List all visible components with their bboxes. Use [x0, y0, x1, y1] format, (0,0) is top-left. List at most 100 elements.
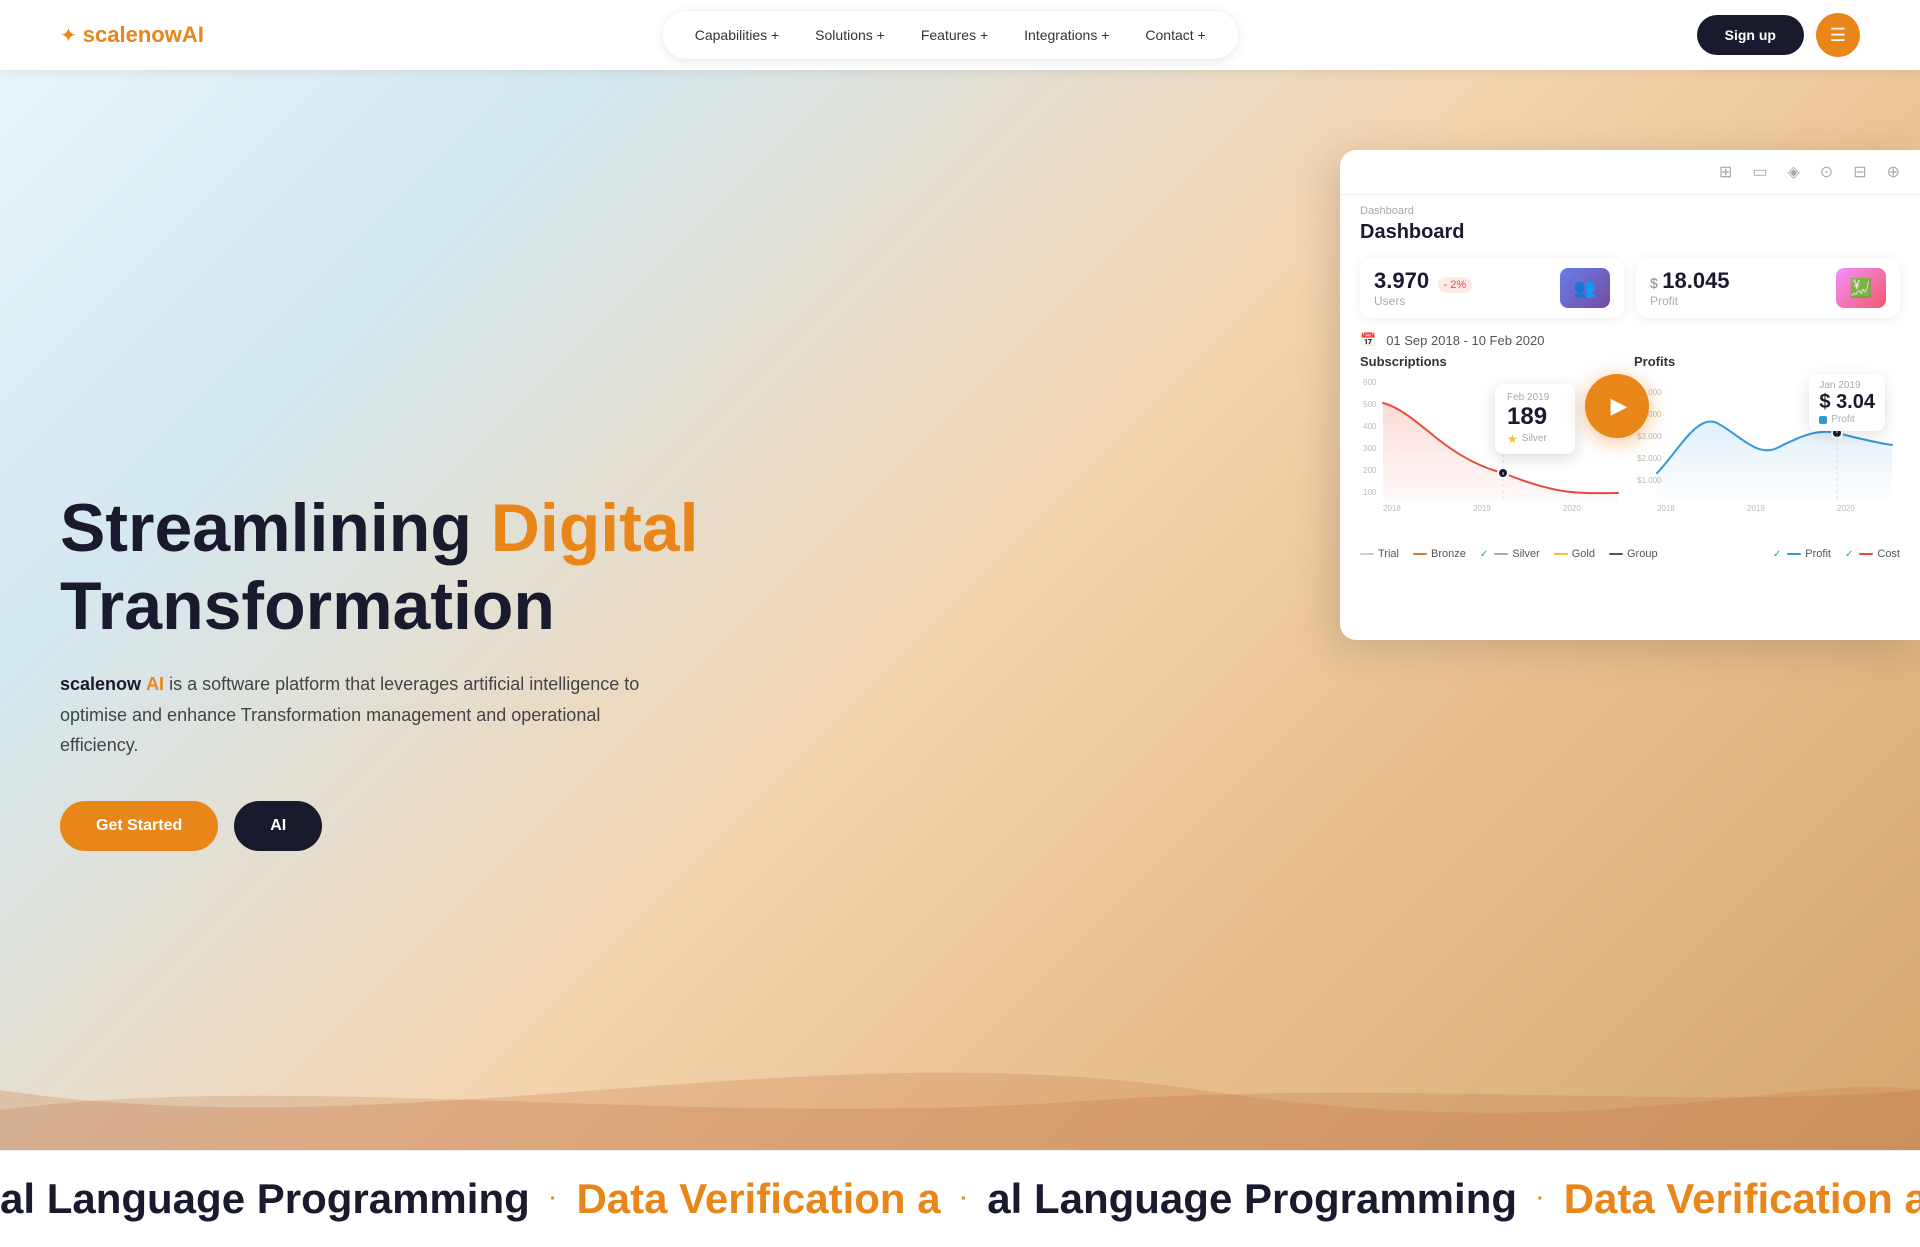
profit-tooltip-date: Jan 2019	[1819, 380, 1875, 391]
ticker-item-1: al Language Programming · Data Verificat…	[0, 1175, 1920, 1223]
nav-integrations[interactable]: Integrations +	[1008, 19, 1125, 51]
nav-solutions[interactable]: Solutions +	[799, 19, 901, 51]
logo-brand: scalenow	[83, 22, 182, 47]
hero-title-part1: Streamlining	[60, 490, 491, 566]
users-stat-info: 3.970 - 2% Users	[1374, 268, 1550, 308]
users-label: Users	[1374, 294, 1550, 308]
hero-description: scalenow AI is a software platform that …	[60, 669, 660, 761]
subscriptions-chart-panel: Subscriptions 600 500 400 300 200 100 20…	[1360, 354, 1626, 544]
get-started-button[interactable]: Get Started	[60, 801, 218, 851]
chart-icon[interactable]: ◈	[1787, 162, 1799, 182]
svg-text:2018: 2018	[1383, 504, 1401, 513]
svg-text:$3.000: $3.000	[1637, 432, 1662, 441]
cost-check-icon: ✓	[1845, 549, 1853, 560]
ticker-text-1: al Language Programming	[0, 1175, 530, 1223]
legend-bronze: Bronze	[1413, 548, 1466, 560]
table-icon[interactable]: ⊟	[1853, 162, 1866, 182]
subscriptions-legend: Trial Bronze ✓ Silver Gold Group	[1360, 548, 1658, 560]
legend-cost-label: Cost	[1877, 548, 1900, 560]
nav-actions: Sign up ☰	[1697, 13, 1860, 57]
hero-title: Streamlining Digital Transformation	[60, 489, 820, 645]
profit-illustration: 💹	[1836, 268, 1886, 308]
svg-text:200: 200	[1363, 466, 1377, 475]
hero-title-highlight: Digital	[491, 490, 699, 566]
legend-profit-label: Profit	[1805, 548, 1831, 560]
nav-features[interactable]: Features +	[905, 19, 1004, 51]
ticker-dot-3: ·	[1537, 1188, 1544, 1211]
profit-tooltip-label: Profit	[1831, 414, 1854, 425]
hero-content: Streamlining Digital Transformation scal…	[60, 449, 860, 851]
ticker-text-2: Data Verification a	[576, 1175, 940, 1223]
hero-section: Streamlining Digital Transformation scal…	[0, 70, 1920, 1150]
profits-chart-title: Profits	[1634, 354, 1900, 369]
profit-tooltip-amount: 3.04	[1836, 391, 1875, 413]
profit-stat-info: $ 18.045 Profit	[1650, 268, 1826, 308]
nav-links: Capabilities + Solutions + Features + In…	[663, 11, 1238, 59]
legend-bronze-label: Bronze	[1431, 548, 1466, 560]
svg-text:300: 300	[1363, 444, 1377, 453]
profit-value: 18.045	[1662, 268, 1729, 293]
profits-chart-panel: Profits $5.000 $4.000 $3.000 $2.000 $1.0…	[1634, 354, 1900, 544]
legend-profit: ✓ Profit	[1773, 548, 1831, 560]
dashboard-title: Dashboard	[1360, 221, 1900, 244]
stats-row: 3.970 - 2% Users 👥 $ 18.045 Profit	[1340, 250, 1920, 326]
ticker-dot-2: ·	[961, 1188, 968, 1211]
profits-tooltip: Jan 2019 $ 3.04 Profit	[1809, 374, 1885, 431]
ticker-text-3: al Language Programming	[987, 1175, 1517, 1223]
menu-button[interactable]: ☰	[1816, 13, 1860, 57]
profit-label: Profit	[1650, 294, 1826, 308]
users-value: 3.970	[1374, 268, 1429, 293]
navbar: ✦ scalenowAI Capabilities + Solutions + …	[0, 0, 1920, 70]
legend-cost: ✓ Cost	[1845, 548, 1900, 560]
logo-ai: AI	[182, 22, 204, 47]
hero-actions: Get Started AI	[60, 801, 820, 851]
legend-silver-label: Silver	[1512, 548, 1540, 560]
legend-silver: ✓ Silver	[1480, 548, 1540, 560]
profits-legend: ✓ Profit ✓ Cost	[1773, 548, 1900, 560]
tooltip-label: Silver	[1522, 433, 1547, 444]
profit-value-row: $ 18.045	[1650, 268, 1826, 294]
profit-check-icon: ✓	[1773, 549, 1781, 560]
nav-capabilities[interactable]: Capabilities +	[679, 19, 795, 51]
profit-currency: $	[1650, 275, 1658, 291]
users-illustration: 👥	[1560, 268, 1610, 308]
ticker-dot-1: ·	[550, 1188, 557, 1211]
svg-text:2020: 2020	[1563, 504, 1581, 513]
tooltip-star-icon: ★	[1507, 432, 1518, 446]
calendar-icon: 📅	[1360, 332, 1376, 348]
play-icon: ▶	[1611, 393, 1628, 419]
users-badge: - 2%	[1438, 277, 1473, 293]
user-icon[interactable]: ⊙	[1820, 162, 1833, 182]
profit-tooltip-value: $ 3.04	[1819, 391, 1875, 414]
settings-icon[interactable]: ⊕	[1887, 162, 1900, 182]
legend-group-label: Group	[1627, 548, 1658, 560]
tooltip-date: Feb 2019	[1507, 392, 1563, 403]
signup-button[interactable]: Sign up	[1697, 15, 1804, 55]
ai-button[interactable]: AI	[234, 801, 322, 851]
hero-brand: scalenow	[60, 674, 141, 694]
hero-wave	[0, 1030, 1920, 1150]
grid-icon[interactable]: ⊞	[1719, 162, 1732, 182]
widget-toolbar: ⊞ ▭ ◈ ⊙ ⊟ ⊕	[1340, 150, 1920, 195]
play-button[interactable]: ▶	[1585, 374, 1649, 438]
legend-group: Group	[1609, 548, 1658, 560]
tooltip-value: 189	[1507, 403, 1563, 432]
card-icon[interactable]: ▭	[1752, 162, 1767, 182]
ticker-text-4: Data Verification a	[1564, 1175, 1920, 1223]
legend-gold-label: Gold	[1572, 548, 1595, 560]
hero-title-part2: Transformation	[60, 568, 555, 644]
svg-text:2020: 2020	[1837, 504, 1855, 513]
breadcrumb: Dashboard	[1360, 205, 1900, 217]
profit-tooltip-dot	[1819, 416, 1827, 424]
users-stat-card: 3.970 - 2% Users 👥	[1360, 258, 1624, 318]
logo-text: scalenowAI	[83, 22, 204, 48]
dashboard-widget: ⊞ ▭ ◈ ⊙ ⊟ ⊕ Dashboard Dashboard 3.970 - …	[1340, 150, 1920, 640]
subscriptions-tooltip: Feb 2019 189 ★ Silver	[1495, 384, 1575, 454]
svg-text:100: 100	[1363, 488, 1377, 497]
svg-text:2019: 2019	[1747, 504, 1765, 513]
svg-text:2019: 2019	[1473, 504, 1491, 513]
nav-contact[interactable]: Contact +	[1129, 19, 1221, 51]
legend-gold: Gold	[1554, 548, 1595, 560]
date-filter[interactable]: 📅 01 Sep 2018 - 10 Feb 2020	[1340, 326, 1920, 354]
logo[interactable]: ✦ scalenowAI	[60, 22, 204, 48]
